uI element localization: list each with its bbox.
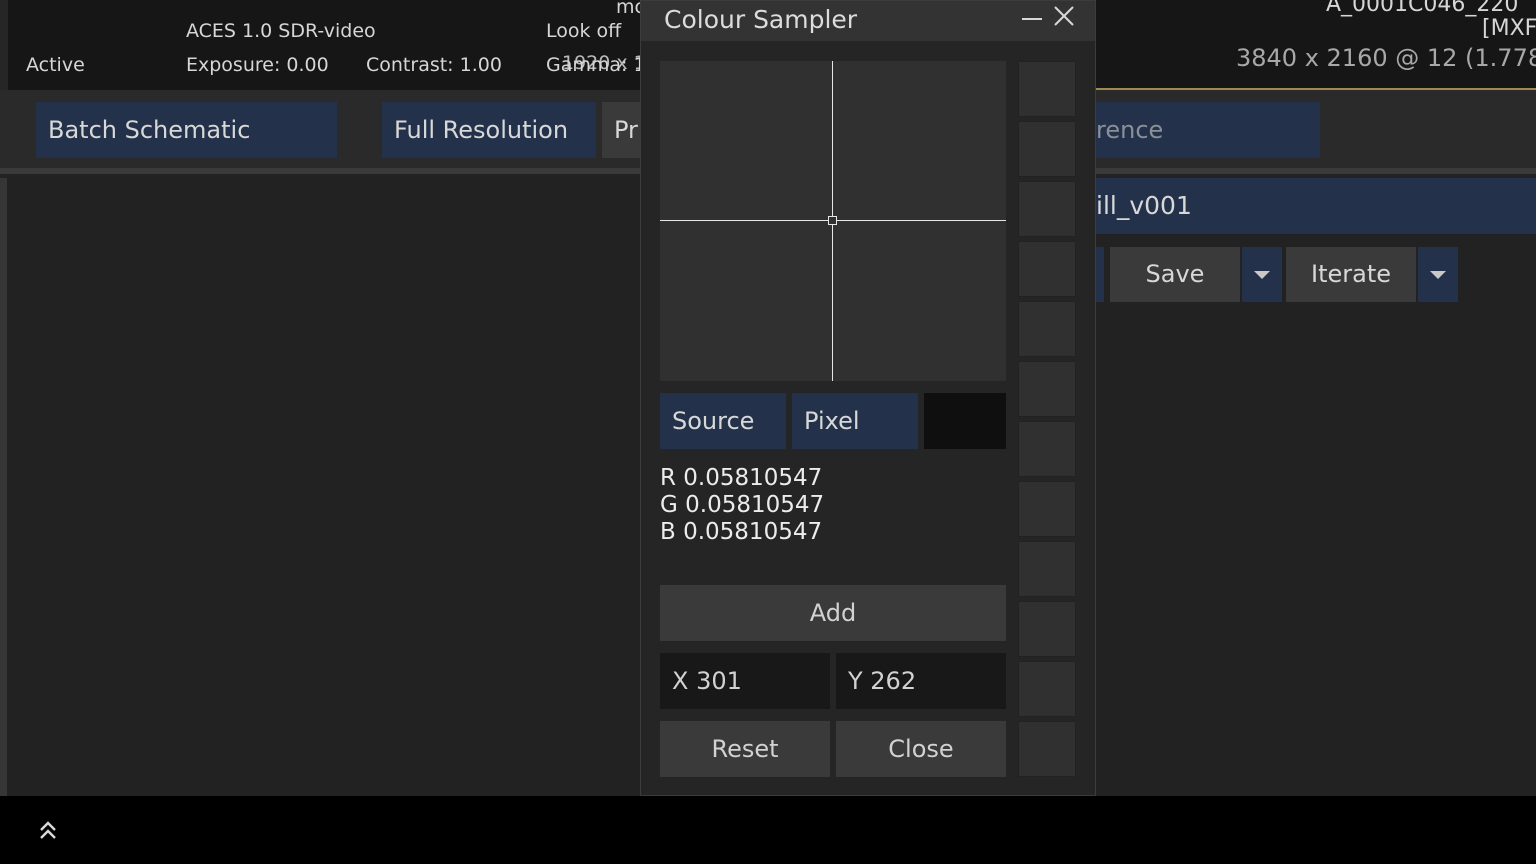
- dialog-title: Colour Sampler: [664, 5, 858, 34]
- bottom-bar: [0, 796, 1536, 864]
- swatch-slot[interactable]: [1018, 481, 1076, 537]
- sampled-colour-preview: [924, 393, 1006, 449]
- close-button[interactable]: Close: [836, 721, 1006, 777]
- swatch-slot[interactable]: [1018, 241, 1076, 297]
- blue-value: B 0.05810547: [660, 519, 823, 545]
- iterate-button[interactable]: Iterate: [1286, 247, 1416, 302]
- swatch-slot[interactable]: [1018, 121, 1076, 177]
- exposure-label: Exposure: 0.00: [186, 54, 329, 76]
- swatch-slot[interactable]: [1018, 301, 1076, 357]
- swatch-slot[interactable]: [1018, 541, 1076, 597]
- status-label: Active: [26, 54, 85, 76]
- clip-resolution: 3840 x 2160 @ 12 (1.778): [1236, 44, 1536, 72]
- colorspace-label: ACES 1.0 SDR-video: [186, 20, 376, 42]
- dialog-title-bar[interactable]: Colour Sampler: [641, 1, 1095, 41]
- chevron-down-icon: [1430, 271, 1446, 279]
- crosshair-center-icon: [828, 216, 837, 225]
- preview-button[interactable]: Pr: [602, 102, 640, 158]
- save-button[interactable]: Save: [1110, 247, 1240, 302]
- green-value: G 0.05810547: [660, 492, 825, 518]
- swatch-slot[interactable]: [1018, 181, 1076, 237]
- swatch-slot[interactable]: [1018, 601, 1076, 657]
- red-value: R 0.05810547: [660, 465, 823, 491]
- batch-iteration-name[interactable]: ill_v001: [1096, 178, 1536, 234]
- close-icon[interactable]: [1052, 4, 1076, 28]
- x-coordinate-field[interactable]: X 301: [660, 653, 830, 709]
- expand-up-icon[interactable]: [38, 820, 58, 842]
- swatch-slot[interactable]: [1018, 421, 1076, 477]
- left-frame-border: [0, 178, 7, 796]
- look-label: Look off: [546, 20, 622, 42]
- iterate-dropdown-button[interactable]: [1418, 247, 1458, 302]
- y-coordinate-field[interactable]: Y 262: [836, 653, 1006, 709]
- full-resolution-button[interactable]: Full Resolution: [382, 102, 596, 158]
- reset-button[interactable]: Reset: [660, 721, 830, 777]
- load-button-edge[interactable]: [1096, 247, 1104, 302]
- add-button[interactable]: Add: [660, 585, 1006, 641]
- source-button[interactable]: Source: [660, 393, 786, 449]
- reference-button[interactable]: rence: [1096, 102, 1320, 158]
- contrast-label: Contrast: 1.00: [366, 54, 502, 76]
- swatch-slot[interactable]: [1018, 361, 1076, 417]
- clip-name: A_0001C046_220: [1326, 0, 1519, 17]
- left-frame: [0, 0, 8, 90]
- pixel-button[interactable]: Pixel: [792, 393, 918, 449]
- clip-format: [MXF: [1482, 16, 1536, 41]
- chevron-down-icon: [1254, 271, 1270, 279]
- batch-schematic-button[interactable]: Batch Schematic: [36, 102, 337, 158]
- colour-sampler-dialog: Colour Sampler Source Pixel R 0.05810547…: [640, 0, 1096, 796]
- minimize-icon[interactable]: [1021, 9, 1043, 31]
- swatch-slot[interactable]: [1018, 721, 1076, 777]
- swatch-slot[interactable]: [1018, 61, 1076, 117]
- swatch-slot[interactable]: [1018, 661, 1076, 717]
- sample-magnifier-view[interactable]: [660, 61, 1006, 381]
- resolution-overlay: 1920 x 1: [562, 52, 646, 74]
- save-dropdown-button[interactable]: [1242, 247, 1282, 302]
